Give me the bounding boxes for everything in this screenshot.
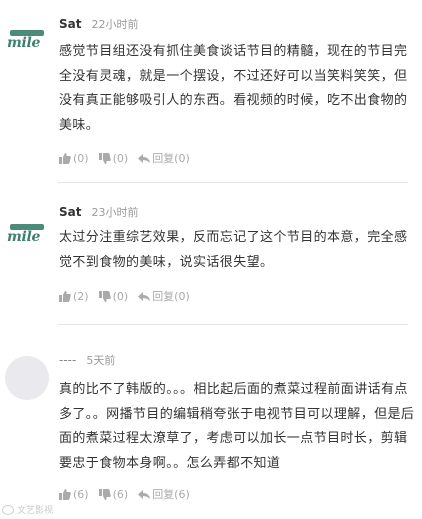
comment-list: mile Sat 22小时前 感觉节目组还没有抓住美食谈话节目的精髓，现在的节目… xyxy=(0,0,422,519)
dislike-button[interactable]: (0) xyxy=(98,289,129,303)
timestamp: 22小时前 xyxy=(91,18,139,31)
like-button[interactable]: (6) xyxy=(59,488,89,501)
comment-actions: (6) (6) 回复(6) xyxy=(59,486,190,502)
like-button[interactable]: (2) xyxy=(59,290,89,303)
divider xyxy=(58,182,408,183)
watermark-text: 文艺影视 xyxy=(17,506,54,516)
watermark: 文艺影视 xyxy=(2,503,53,516)
avatar-logo-text: mile xyxy=(7,229,41,245)
avatar[interactable] xyxy=(5,356,49,400)
comment-actions: (2) (0) 回复(0) xyxy=(59,288,190,304)
timestamp: 23小时前 xyxy=(91,206,139,219)
reply-icon xyxy=(138,489,151,499)
comment-actions: (0) (0) 回复(0) xyxy=(59,150,190,166)
comment-header: Sat 22小时前 xyxy=(59,16,138,34)
reply-icon xyxy=(138,153,151,163)
thumbs-down-icon xyxy=(98,488,111,500)
avatar-logo-text: mile xyxy=(7,35,41,51)
username[interactable]: Sat xyxy=(59,205,81,219)
like-count: (6) xyxy=(73,487,89,501)
thumbs-down-icon xyxy=(98,290,111,302)
reply-label: 回复(0) xyxy=(152,290,190,303)
avatar[interactable]: mile xyxy=(7,224,47,264)
reply-button[interactable]: 回复(0) xyxy=(138,150,190,166)
dislike-button[interactable]: (0) xyxy=(98,151,129,165)
dislike-button[interactable]: (6) xyxy=(98,487,129,501)
watermark-icon xyxy=(2,504,14,515)
comment-text: 感觉节目组还没有抓住美食谈话节目的精髓，现在的节目完全没有灵魂，就是一个摆设，不… xyxy=(59,44,408,133)
reply-label: 回复(0) xyxy=(152,152,190,165)
avatar[interactable]: mile xyxy=(7,30,47,70)
thumbs-up-icon xyxy=(59,290,71,302)
comment-text: 太过分注重综艺效果，反而忘记了这个节目的本意，完全感觉不到食物的美味，说实话很失… xyxy=(59,230,408,270)
reply-label: 回复(6) xyxy=(152,488,190,501)
thumbs-down-icon xyxy=(98,152,111,164)
comment-header: Sat 23小时前 xyxy=(59,204,138,222)
reply-button[interactable]: 回复(0) xyxy=(138,288,190,304)
like-count: (2) xyxy=(73,289,89,303)
like-count: (0) xyxy=(73,151,89,165)
dislike-count: (0) xyxy=(112,151,129,165)
like-button[interactable]: (0) xyxy=(59,152,89,165)
comment-text: 真的比不了韩版的。。。相比起后面的煮菜过程前面讲话有点多了。。网播节目的编辑稍夸… xyxy=(59,382,415,471)
reply-button[interactable]: 回复(6) xyxy=(138,486,190,502)
divider xyxy=(58,324,408,325)
thumbs-up-icon xyxy=(59,488,71,500)
reply-icon xyxy=(138,291,151,301)
username[interactable]: Sat xyxy=(59,17,81,31)
dislike-count: (0) xyxy=(112,289,129,303)
timestamp: 5天前 xyxy=(86,354,116,367)
dislike-count: (6) xyxy=(112,487,129,501)
comment-header: ---- 5天前 xyxy=(59,352,115,370)
thumbs-up-icon xyxy=(59,152,71,164)
username[interactable]: ---- xyxy=(59,353,76,367)
